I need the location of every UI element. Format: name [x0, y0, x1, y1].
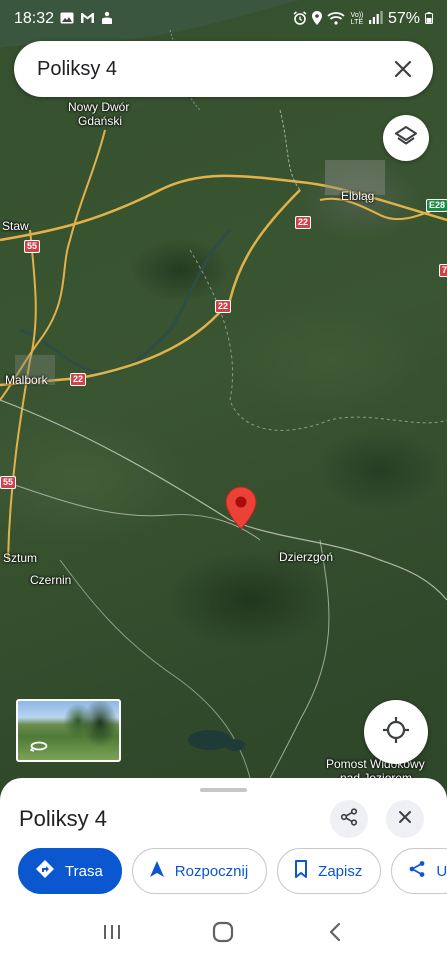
layers-icon: [394, 124, 418, 153]
wifi-icon: [327, 11, 345, 28]
gmail-icon: [80, 12, 95, 27]
status-bar: 18:32 Vo)) LTE 57%: [0, 0, 447, 38]
place-label: Sztum: [3, 551, 38, 565]
share-icon: [340, 807, 358, 831]
place-label: Staw: [2, 219, 29, 233]
save-button[interactable]: Zapisz: [277, 848, 382, 894]
share-button[interactable]: [330, 800, 368, 838]
road-badge: 22: [70, 373, 87, 386]
signal-icon: [368, 11, 383, 27]
road-badge: 7: [439, 264, 447, 277]
directions-icon: [35, 859, 55, 883]
crosshair-icon: [382, 716, 410, 749]
battery-icon: [425, 11, 433, 27]
place-label: Czernin: [30, 573, 72, 587]
back-button[interactable]: [315, 914, 355, 954]
volte-indicator: Vo)) LTE: [350, 12, 364, 26]
road-badge: E28: [426, 199, 447, 212]
system-nav-bar: [0, 908, 447, 960]
start-label: Rozpocznij: [174, 862, 249, 880]
navigation-arrow-icon: [149, 860, 165, 882]
road-badge: 55: [24, 240, 41, 253]
save-label: Zapisz: [318, 862, 363, 880]
action-chips: Trasa Rozpocznij Zapisz U: [18, 848, 447, 894]
search-bar[interactable]: Poliksy 4: [14, 41, 433, 97]
place-label: Gdański: [78, 114, 123, 128]
place-label: Elbląg: [341, 189, 375, 203]
search-query[interactable]: Poliksy 4: [37, 58, 387, 81]
road-badge: 22: [215, 300, 232, 313]
home-icon: [212, 921, 234, 948]
share-chip-button[interactable]: U: [391, 848, 447, 894]
close-icon: [398, 810, 412, 829]
bookmark-icon: [294, 860, 308, 882]
place-label: Malbork: [5, 373, 48, 387]
battery-percent: 57%: [387, 10, 420, 27]
usb-debug-icon: [101, 11, 113, 28]
place-label: Nowy Dwór: [68, 100, 130, 114]
directions-label: Trasa: [65, 862, 103, 880]
recent-apps-button[interactable]: [92, 914, 132, 954]
back-chevron-icon: [329, 922, 341, 947]
my-location-button[interactable]: [364, 700, 428, 764]
share-icon: [408, 860, 426, 882]
close-sheet-button[interactable]: [386, 800, 424, 838]
gallery-icon: [60, 12, 74, 27]
road-badge: 22: [295, 216, 312, 229]
start-navigation-button[interactable]: Rozpocznij: [131, 848, 268, 894]
close-icon[interactable]: [387, 53, 419, 85]
recent-apps-icon: [102, 923, 122, 946]
street-view-thumbnail[interactable]: [16, 699, 121, 762]
place-title: Poliksy 4: [19, 806, 108, 831]
layers-button[interactable]: [383, 115, 429, 161]
home-button[interactable]: [203, 914, 243, 954]
rotate-360-icon: [29, 739, 48, 753]
alarm-icon: [293, 10, 307, 28]
place-label: Dzierzgoń: [279, 550, 334, 564]
location-icon: [311, 10, 322, 28]
directions-button[interactable]: Trasa: [18, 848, 122, 894]
share-label: U: [436, 862, 447, 880]
road-badge: 55: [0, 476, 17, 489]
status-time: 18:32: [14, 10, 55, 27]
drag-handle[interactable]: [200, 788, 247, 792]
